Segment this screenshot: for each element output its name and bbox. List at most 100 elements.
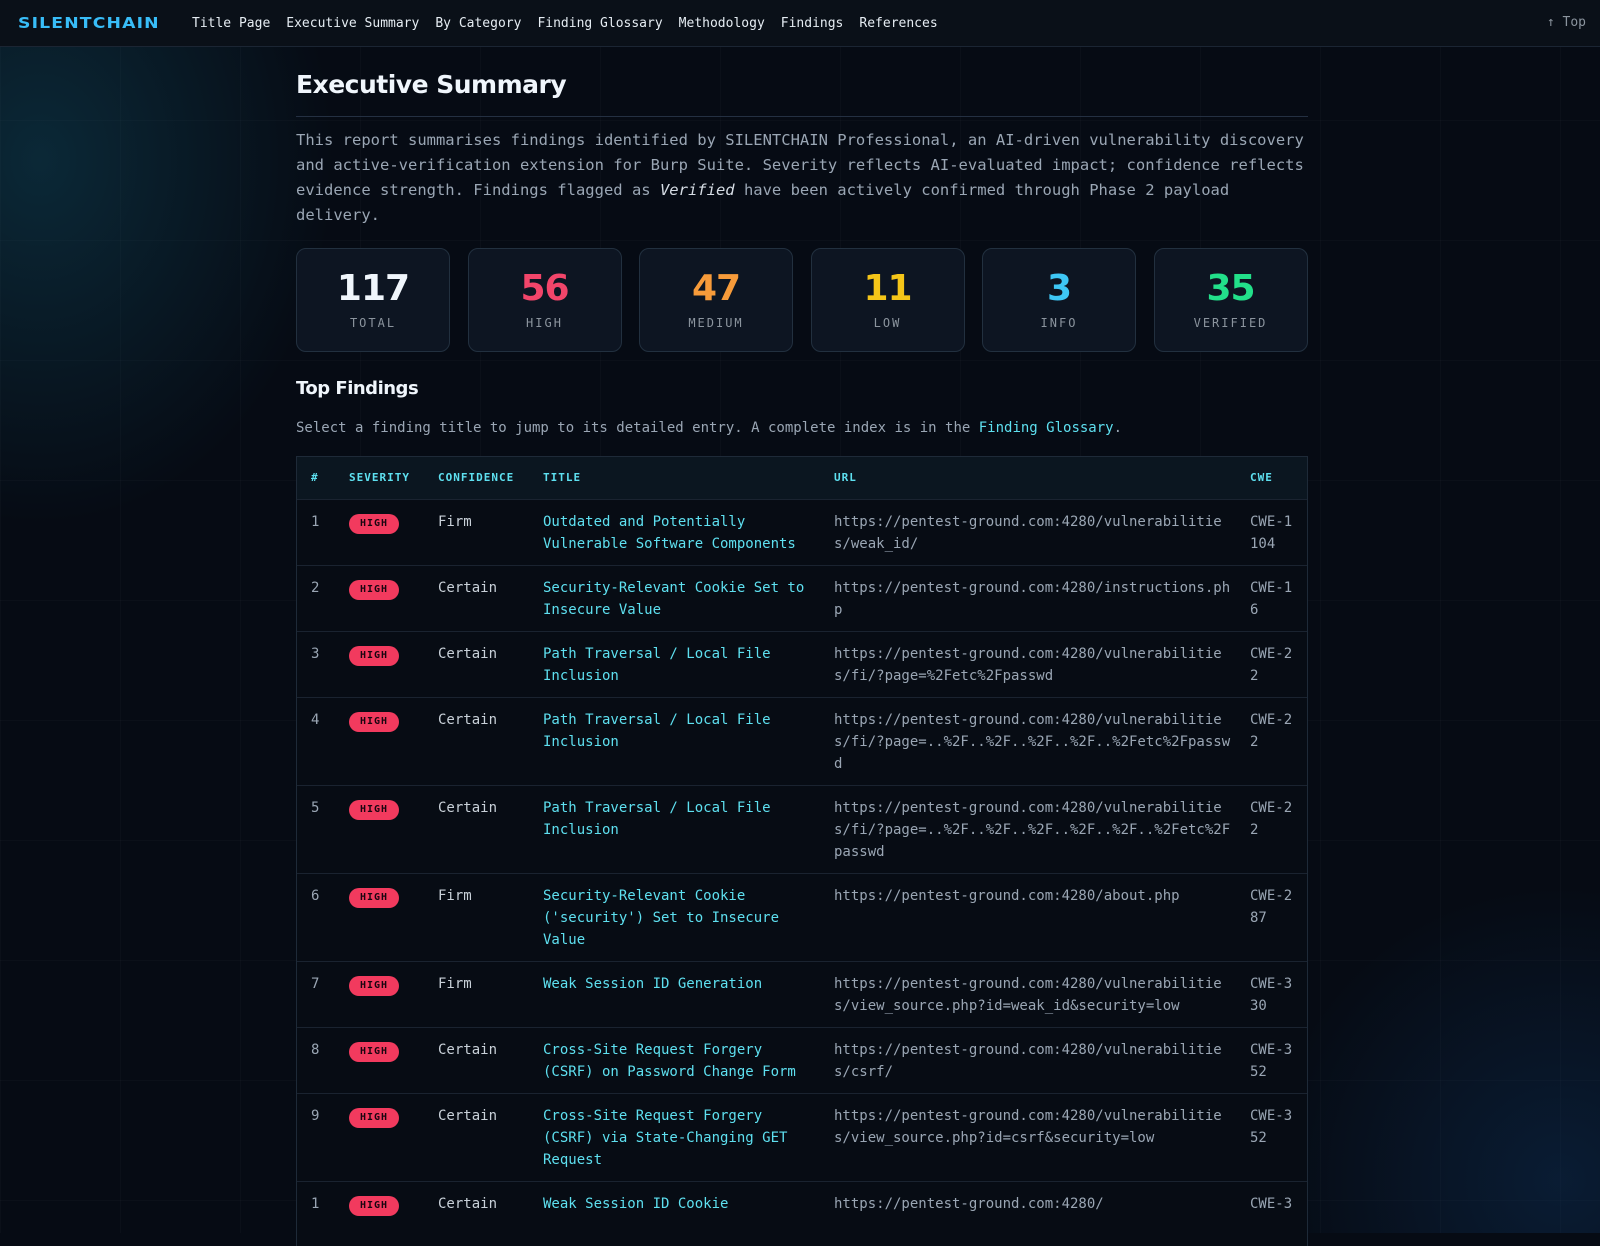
severity-badge-high: HIGH	[349, 711, 400, 732]
severity-badge-high: HIGH	[349, 513, 400, 534]
nav-link-by-category[interactable]: By Category	[435, 16, 521, 31]
finding-number: 2	[297, 564, 335, 631]
severity-badge-high: HIGH	[349, 887, 400, 908]
cwe-id: CWE-22	[1236, 784, 1307, 873]
column-header-severity: SEVERITY	[349, 471, 410, 485]
cwe-id: CWE-352	[1236, 1026, 1307, 1093]
confidence-value: Certain	[424, 1026, 529, 1093]
severity-badge-high: HIGH	[349, 645, 400, 666]
top-navigation: SILENTCHAIN Title Page Executive Summary…	[0, 0, 1600, 47]
finding-number: 1	[297, 1180, 335, 1226]
confidence-value: Certain	[424, 630, 529, 697]
table-row: 1 HIGH Certain Weak Session ID Cookie https:…	[297, 1180, 1307, 1226]
column-header-number: #	[311, 471, 319, 485]
finding-title-link[interactable]: Path Traversal / Local File Inclusion	[529, 630, 820, 697]
nav-link-executive-summary[interactable]: Executive Summary	[286, 16, 419, 31]
column-header-cwe: CWE	[1250, 471, 1273, 485]
stat-card-total: 117 TOTAL	[296, 248, 450, 352]
finding-url: https://pentest-ground.com:4280/instruct…	[820, 564, 1236, 631]
stat-value: 56	[520, 268, 569, 309]
severity-badge-high: HIGH	[349, 1195, 400, 1216]
stat-label: HIGH	[526, 316, 563, 330]
table-row: 8 HIGH Certain Cross-Site Request Forgery (…	[297, 1026, 1307, 1093]
nav-link-finding-glossary[interactable]: Finding Glossary	[537, 16, 662, 31]
finding-title-link[interactable]: Path Traversal / Local File Inclusion	[529, 696, 820, 785]
confidence-value: Certain	[424, 784, 529, 873]
cwe-id: CWE-22	[1236, 696, 1307, 785]
stat-card-low: 11 LOW	[810, 248, 965, 352]
stat-value: 11	[863, 268, 912, 309]
severity-badge-high: HIGH	[349, 1041, 400, 1062]
finding-url: https://pentest-ground.com:4280/vulnerab…	[820, 498, 1236, 565]
stat-card-medium: 47 MEDIUM	[639, 248, 793, 352]
severity-cell: HIGH	[335, 564, 424, 631]
severity-cell: HIGH	[335, 960, 424, 1027]
table-row: 4 HIGH Certain Path Traversal / Local File …	[297, 696, 1307, 785]
stat-value: 3	[1046, 268, 1072, 309]
nav-link-title-page[interactable]: Title Page	[192, 16, 270, 31]
severity-cell: HIGH	[335, 784, 424, 873]
severity-cell: HIGH	[335, 630, 424, 697]
finding-glossary-link[interactable]: Finding Glossary	[979, 420, 1114, 436]
severity-badge-high: HIGH	[349, 799, 400, 820]
intro-verified-emphasis: Verified	[659, 181, 735, 199]
title-divider	[296, 116, 1308, 117]
column-header-title: TITLE	[543, 471, 582, 485]
confidence-value: Firm	[424, 498, 529, 565]
cwe-id: CWE-330	[1236, 960, 1307, 1027]
nav-link-methodology[interactable]: Methodology	[679, 16, 765, 31]
table-header-row: # SEVERITY CONFIDENCE TITLE URL CWE	[297, 457, 1307, 499]
finding-title-link[interactable]: Cross-Site Request Forgery (CSRF) via St…	[529, 1092, 820, 1181]
finding-url: https://pentest-ground.com:4280/vulnerab…	[820, 960, 1236, 1027]
top-findings-intro: Select a finding title to jump to its de…	[296, 420, 1122, 436]
finding-url: https://pentest-ground.com:4280/vulnerab…	[820, 1092, 1236, 1181]
stat-card-high: 56 HIGH	[467, 248, 622, 352]
table-row: 1 HIGH Firm Outdated and Potentially Vulner…	[297, 498, 1307, 565]
intro-paragraph: This report summarises findings identifi…	[296, 128, 1306, 228]
severity-cell: HIGH	[335, 1180, 424, 1226]
column-header-confidence: CONFIDENCE	[438, 471, 515, 485]
nav-link-references[interactable]: References	[859, 16, 937, 31]
cwe-id: CWE-3	[1236, 1180, 1307, 1226]
stat-label: MEDIUM	[688, 316, 744, 330]
table-row: 7 HIGH Firm Weak Session ID Generation https…	[297, 960, 1307, 1027]
table-body: 1 HIGH Firm Outdated and Potentially Vulner…	[297, 498, 1307, 1226]
finding-url: https://pentest-ground.com:4280/vulnerab…	[820, 630, 1236, 697]
finding-title-link[interactable]: Security-Relevant Cookie Set to Insecure…	[529, 564, 820, 631]
nav-link-findings[interactable]: Findings	[781, 16, 844, 31]
severity-badge-high: HIGH	[349, 579, 400, 600]
stat-card-info: 3 INFO	[982, 248, 1136, 352]
finding-title-link[interactable]: Cross-Site Request Forgery (CSRF) on Pas…	[529, 1026, 820, 1093]
top-findings-intro-text: Select a finding title to jump to its de…	[296, 420, 979, 436]
brand-logo[interactable]: SILENTCHAIN	[18, 14, 200, 32]
stat-value: 47	[691, 268, 741, 309]
table-row: 5 HIGH Certain Path Traversal / Local File …	[297, 784, 1307, 873]
finding-title-link[interactable]: Security-Relevant Cookie ('security') Se…	[529, 872, 820, 961]
severity-cell: HIGH	[335, 1026, 424, 1093]
stat-value: 35	[1206, 268, 1255, 309]
finding-url: https://pentest-ground.com:4280/vulnerab…	[820, 1026, 1236, 1093]
confidence-value: Firm	[424, 960, 529, 1027]
finding-url: https://pentest-ground.com:4280/	[820, 1180, 1236, 1226]
finding-title-link[interactable]: Outdated and Potentially Vulnerable Soft…	[529, 498, 820, 565]
cwe-id: CWE-16	[1236, 564, 1307, 631]
finding-title-link[interactable]: Path Traversal / Local File Inclusion	[529, 784, 820, 873]
finding-number: 9	[297, 1092, 335, 1181]
finding-title-link[interactable]: Weak Session ID Generation	[529, 960, 820, 1027]
cwe-id: CWE-287	[1236, 872, 1307, 961]
top-findings-intro-end: .	[1113, 420, 1123, 436]
confidence-value: Certain	[424, 1092, 529, 1181]
confidence-value: Certain	[424, 696, 529, 785]
severity-cell: HIGH	[335, 696, 424, 785]
stat-label: TOTAL	[349, 316, 397, 330]
column-header-url: URL	[834, 471, 857, 485]
finding-number: 5	[297, 784, 335, 873]
finding-url: https://pentest-ground.com:4280/vulnerab…	[820, 696, 1236, 785]
confidence-value: Firm	[424, 872, 529, 961]
stat-cards: 117 TOTAL 56 HIGH 47 MEDIUM 11 LOW 3 INFO 35 VERIFI…	[296, 248, 1308, 354]
finding-number: 6	[297, 872, 335, 961]
finding-title-link[interactable]: Weak Session ID Cookie	[529, 1180, 820, 1226]
finding-url: https://pentest-ground.com:4280/vulnerab…	[820, 784, 1236, 873]
back-to-top-link[interactable]: ↑ Top	[1547, 15, 1586, 30]
page-title: Executive Summary	[296, 70, 567, 99]
